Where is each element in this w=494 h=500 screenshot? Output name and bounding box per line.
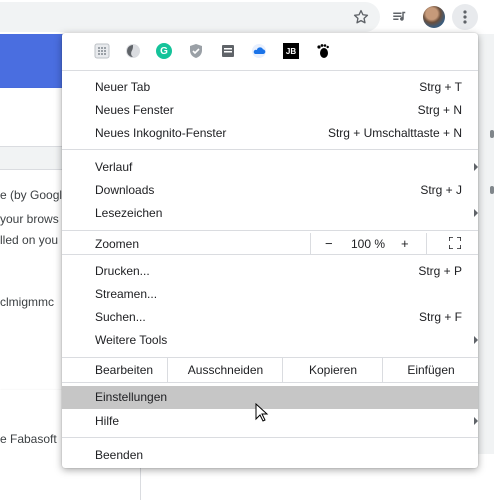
menu-item-label: Drucken... <box>95 264 150 278</box>
menu-divider <box>62 254 478 255</box>
menu-item-new-tab[interactable]: Neuer Tab Strg + T <box>62 76 478 99</box>
menu-item-help[interactable]: Hilfe <box>62 410 478 433</box>
profile-avatar[interactable] <box>423 6 445 28</box>
edit-row: Bearbeiten Ausschneiden Kopieren Einfüge… <box>62 358 478 382</box>
submenu-arrow-icon <box>474 417 478 425</box>
menu-item-shortcut: Strg + T <box>419 80 462 94</box>
submenu-arrow-icon <box>474 163 478 171</box>
zoom-out-button[interactable]: − <box>325 236 333 251</box>
page-header-banner <box>0 34 70 88</box>
menu-item-shortcut: Strg + J <box>420 183 462 197</box>
menu-divider <box>62 149 478 150</box>
card-text-line: lled on you <box>0 233 59 247</box>
edit-label: Bearbeiten <box>95 363 154 377</box>
submenu-arrow-icon <box>474 336 478 344</box>
menu-item-label: Neues Inkognito-Fenster <box>95 126 227 140</box>
cut-button[interactable]: Ausschneiden <box>167 358 283 382</box>
zoom-controls: − 100 % + <box>310 233 427 254</box>
menu-item-shortcut: Strg + N <box>417 103 462 117</box>
zoom-label: Zoomen <box>95 237 140 251</box>
menu-item-label: Streamen... <box>95 287 158 301</box>
menu-item-label: Beenden <box>95 448 144 462</box>
menu-item-label: Neues Fenster <box>95 103 174 117</box>
menu-item-print[interactable]: Drucken... Strg + P <box>62 260 478 283</box>
zoom-in-button[interactable]: + <box>401 236 409 251</box>
menu-item-exit[interactable]: Beenden <box>62 444 478 467</box>
fullscreen-icon[interactable] <box>448 236 462 250</box>
menu-item-find[interactable]: Suchen... Strg + F <box>62 306 478 329</box>
chrome-main-menu: G JB Neuer Tab Strg + T Neues Fenster St… <box>62 33 478 468</box>
menu-item-downloads[interactable]: Downloads Strg + J <box>62 179 478 202</box>
menu-item-label: Neuer Tab <box>95 80 151 94</box>
card-text-line: e (by Googl <box>0 188 63 202</box>
menu-item-new-window[interactable]: Neues Fenster Strg + N <box>62 99 478 122</box>
menu-item-label: Verlauf <box>95 160 133 174</box>
menu-item-label: Weitere Tools <box>95 333 168 347</box>
scrollbar-marker <box>490 130 494 138</box>
extension-circle-icon[interactable] <box>125 43 141 59</box>
shield-check-icon[interactable] <box>188 43 204 59</box>
star-icon[interactable] <box>349 5 373 29</box>
menu-item-label: Hilfe <box>95 414 120 428</box>
grammarly-icon[interactable]: G <box>156 43 172 59</box>
menu-divider <box>62 230 478 231</box>
browser-toolbar <box>0 0 494 34</box>
menu-item-label: Lesezeichen <box>95 206 163 220</box>
card-text-line: clmigmmc <box>0 295 54 309</box>
menu-item-label: Einstellungen <box>95 390 168 404</box>
menu-item-shortcut: Strg + Umschalttaste + N <box>327 126 462 140</box>
card-text-line: your brows <box>0 212 59 226</box>
media-control-icon[interactable] <box>388 5 412 29</box>
copy-button[interactable]: Kopieren <box>282 358 383 382</box>
menu-item-shortcut: Strg + P <box>418 264 462 278</box>
extension-grid-icon[interactable] <box>94 43 110 59</box>
cloud-icon[interactable] <box>251 43 267 59</box>
jetbrains-icon[interactable]: JB <box>283 43 299 59</box>
more-vert-icon[interactable] <box>452 4 478 30</box>
menu-item-history[interactable]: Verlauf <box>62 156 478 179</box>
menu-item-label: Downloads <box>95 183 155 197</box>
submenu-arrow-icon <box>474 209 478 217</box>
scrollbar-marker <box>490 186 494 194</box>
menu-divider <box>62 70 478 71</box>
menu-item-settings[interactable]: Einstellungen <box>62 386 478 409</box>
paste-button[interactable]: Einfügen <box>382 358 479 382</box>
menu-item-cast[interactable]: Streamen... <box>62 283 478 306</box>
menu-item-bookmarks[interactable]: Lesezeichen <box>62 202 478 225</box>
address-bar[interactable] <box>0 2 380 32</box>
zoom-level: 100 % <box>351 237 386 251</box>
menu-divider <box>62 437 478 438</box>
mouse-cursor-icon <box>255 402 269 423</box>
menu-item-shortcut: Strg + F <box>418 310 462 324</box>
zoom-row: Zoomen − 100 % + <box>62 233 478 254</box>
gnome-foot-icon[interactable] <box>315 43 331 59</box>
menu-item-label: Suchen... <box>95 310 146 324</box>
card-text-line: e Fabasoft <box>0 432 57 446</box>
menu-item-new-incognito-window[interactable]: Neues Inkognito-Fenster Strg + Umschaltt… <box>62 122 478 145</box>
bookmark-box-icon[interactable] <box>220 43 236 59</box>
extensions-row: G JB <box>62 33 478 69</box>
menu-divider <box>62 382 478 383</box>
menu-item-more-tools[interactable]: Weitere Tools <box>62 329 478 352</box>
